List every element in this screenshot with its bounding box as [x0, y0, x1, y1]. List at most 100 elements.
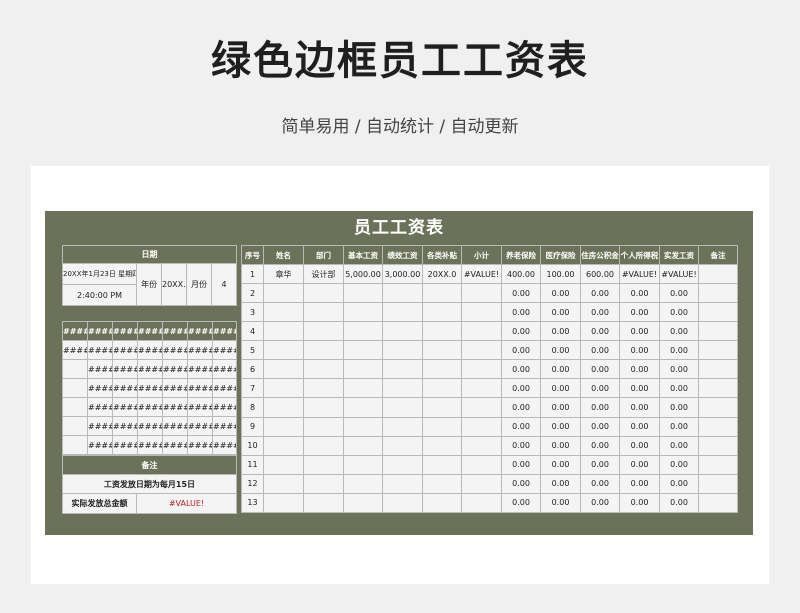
hash-cell[interactable]: ##### [162, 340, 188, 360]
table-cell[interactable] [303, 283, 344, 304]
table-cell[interactable]: 600.00 [580, 263, 620, 285]
table-cell[interactable]: 0.00 [540, 321, 581, 342]
hash-cell[interactable]: ##### [112, 359, 138, 379]
hash-cell[interactable]: ##### [62, 340, 88, 360]
hash-cell[interactable] [62, 397, 88, 417]
table-cell[interactable]: 12 [241, 473, 264, 494]
table-cell[interactable] [382, 359, 423, 380]
table-cell[interactable] [422, 492, 462, 514]
table-cell[interactable] [698, 263, 738, 285]
table-cell[interactable] [422, 435, 462, 456]
table-cell[interactable] [698, 321, 738, 342]
hash-cell[interactable]: ##### [112, 435, 138, 455]
hash-cell[interactable]: ##### [87, 378, 113, 398]
table-cell[interactable]: 0.00 [580, 397, 620, 418]
table-cell[interactable] [382, 340, 423, 361]
table-cell[interactable]: 2 [241, 283, 264, 304]
table-cell[interactable]: 0.00 [619, 283, 660, 304]
table-cell[interactable]: 0.00 [659, 397, 699, 418]
hash-cell[interactable]: ##### [212, 340, 237, 360]
hash-cell[interactable]: ##### [112, 378, 138, 398]
table-cell[interactable] [461, 454, 502, 475]
table-cell[interactable] [303, 473, 344, 494]
table-cell[interactable]: 0.00 [580, 473, 620, 494]
hash-cell[interactable]: ##### [87, 416, 113, 436]
table-cell[interactable]: 0.00 [619, 416, 660, 437]
table-cell[interactable]: 0.00 [540, 416, 581, 437]
hash-cell[interactable]: ##### [137, 416, 163, 436]
table-cell[interactable] [263, 492, 304, 514]
table-cell[interactable] [263, 340, 304, 361]
table-cell[interactable]: 0.00 [659, 378, 699, 399]
table-cell[interactable]: 0.00 [659, 435, 699, 456]
table-cell[interactable] [303, 302, 344, 323]
table-cell[interactable] [343, 397, 383, 418]
table-cell[interactable]: 0.00 [540, 340, 581, 361]
table-cell[interactable]: 0.00 [659, 473, 699, 494]
table-cell[interactable]: 0.00 [540, 435, 581, 456]
table-cell[interactable]: 0.00 [580, 340, 620, 361]
table-cell[interactable]: 0.00 [580, 416, 620, 437]
table-cell[interactable]: 3,000.00 [382, 263, 423, 285]
table-cell[interactable]: 0.00 [659, 340, 699, 361]
table-cell[interactable] [461, 378, 502, 399]
hash-cell[interactable]: ##### [187, 340, 213, 360]
table-cell[interactable] [422, 283, 462, 304]
hash-cell[interactable]: ##### [162, 378, 188, 398]
table-cell[interactable] [422, 473, 462, 494]
table-cell[interactable] [422, 359, 462, 380]
table-cell[interactable] [461, 321, 502, 342]
table-cell[interactable]: 0.00 [501, 416, 541, 437]
table-cell[interactable] [382, 416, 423, 437]
table-cell[interactable] [422, 454, 462, 475]
table-cell[interactable] [303, 397, 344, 418]
table-cell[interactable] [263, 283, 304, 304]
table-cell[interactable] [698, 492, 738, 514]
table-cell[interactable] [698, 378, 738, 399]
hash-cell[interactable]: ##### [162, 397, 188, 417]
table-cell[interactable]: 4 [241, 321, 264, 342]
table-cell[interactable]: 10 [241, 435, 264, 456]
month-value[interactable]: 4 [210, 263, 238, 306]
table-cell[interactable] [461, 359, 502, 380]
table-cell[interactable]: 0.00 [501, 492, 541, 514]
table-cell[interactable] [698, 454, 738, 475]
table-cell[interactable]: 0.00 [501, 340, 541, 361]
table-cell[interactable] [382, 473, 423, 494]
hash-cell[interactable]: ##### [137, 435, 163, 455]
table-cell[interactable] [263, 397, 304, 418]
hash-cell[interactable]: ##### [187, 397, 213, 417]
table-cell[interactable] [382, 321, 423, 342]
table-cell[interactable]: 0.00 [659, 416, 699, 437]
hash-cell[interactable]: ##### [112, 397, 138, 417]
table-cell[interactable]: 0.00 [619, 473, 660, 494]
table-cell[interactable] [461, 397, 502, 418]
table-cell[interactable] [263, 321, 304, 342]
hash-cell[interactable] [62, 435, 88, 455]
hash-cell[interactable]: ##### [137, 340, 163, 360]
table-cell[interactable] [698, 473, 738, 494]
table-cell[interactable] [698, 416, 738, 437]
table-cell[interactable]: 11 [241, 454, 264, 475]
table-cell[interactable] [698, 302, 738, 323]
table-cell[interactable] [303, 378, 344, 399]
table-cell[interactable] [422, 378, 462, 399]
table-cell[interactable]: #VALUE! [619, 263, 660, 285]
table-cell[interactable]: 0.00 [580, 321, 620, 342]
hash-cell[interactable]: ##### [137, 397, 163, 417]
table-cell[interactable] [422, 340, 462, 361]
table-cell[interactable] [343, 435, 383, 456]
table-cell[interactable] [382, 378, 423, 399]
table-cell[interactable] [343, 340, 383, 361]
table-cell[interactable]: #VALUE! [461, 263, 502, 285]
hash-cell[interactable]: ##### [187, 378, 213, 398]
table-cell[interactable] [461, 416, 502, 437]
table-cell[interactable] [303, 340, 344, 361]
table-cell[interactable] [343, 359, 383, 380]
table-cell[interactable]: 0.00 [501, 378, 541, 399]
table-cell[interactable] [263, 359, 304, 380]
table-cell[interactable] [303, 359, 344, 380]
table-cell[interactable]: 5,000.00 [343, 263, 383, 285]
table-cell[interactable]: 0.00 [659, 321, 699, 342]
hash-cell[interactable]: ##### [87, 340, 113, 360]
